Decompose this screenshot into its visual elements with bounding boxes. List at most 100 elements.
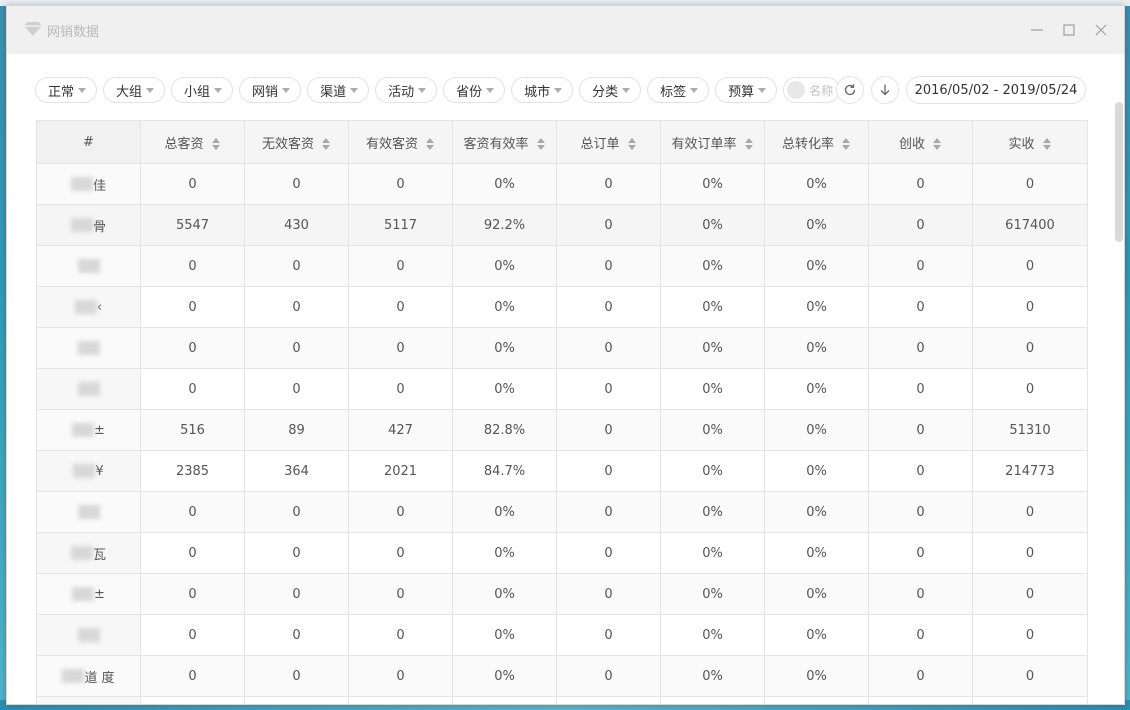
filter-dropdown[interactable]: 城市 bbox=[511, 77, 574, 103]
table-cell: 0 bbox=[868, 204, 973, 246]
column-header[interactable]: 总转化率 bbox=[764, 120, 869, 164]
caret-down-icon bbox=[350, 87, 359, 93]
table-row[interactable]: ±0 0 0 0% 0 0% 0% 0 0 bbox=[36, 573, 1088, 615]
row-name-cell: ± bbox=[36, 409, 141, 451]
row-name-cell bbox=[36, 327, 141, 369]
data-table: # 总客资 无效客资 有效客资 客资有效率 总订单 有效订单率 总转化率 创收 实收 佳 0 0 0 0%… bbox=[36, 120, 1088, 704]
caret-down-icon bbox=[78, 87, 87, 93]
filter-dropdown[interactable]: 渠道 bbox=[307, 77, 370, 103]
table-cell: 0 bbox=[868, 286, 973, 328]
caret-down-icon bbox=[214, 87, 223, 93]
table-row[interactable]: 道 度 0 0 0 0% 0 0% 0% 0 0 bbox=[36, 655, 1088, 697]
filter-dropdown[interactable]: 省份 bbox=[443, 77, 506, 103]
table-cell: 0% bbox=[764, 286, 869, 328]
table-cell: 0 bbox=[868, 614, 973, 656]
filter-dropdown[interactable]: 预算 bbox=[715, 77, 778, 103]
row-name-cell: ± bbox=[36, 573, 141, 615]
table-cell: 0 bbox=[972, 532, 1088, 574]
table-cell: 0 bbox=[244, 368, 349, 410]
column-header[interactable]: 有效客资 bbox=[348, 120, 453, 164]
sort-icon[interactable] bbox=[1042, 138, 1052, 150]
table-cell: 51310 bbox=[972, 409, 1088, 451]
column-header[interactable]: 无效客资 bbox=[244, 120, 349, 164]
table-cell: 0 bbox=[556, 286, 661, 328]
table-cell: 0 bbox=[244, 532, 349, 574]
table-cell: 0 bbox=[556, 327, 661, 369]
arrow-down-icon bbox=[880, 84, 890, 96]
name-toggle[interactable]: 名称 bbox=[783, 77, 841, 103]
table-cell: 0 bbox=[868, 409, 973, 451]
table-cell: 0 bbox=[868, 573, 973, 615]
column-header[interactable]: 客资有效率 bbox=[452, 120, 557, 164]
maximize-icon[interactable] bbox=[1059, 20, 1079, 40]
filter-dropdown[interactable]: 活动 bbox=[375, 77, 438, 103]
table-row[interactable]: ‹ 0 0 0 0% 0 0% 0% 0 0 bbox=[36, 286, 1088, 328]
refresh-button[interactable] bbox=[836, 76, 864, 104]
table-row[interactable]: 0000%00%0%00 bbox=[36, 368, 1088, 410]
table-cell: 0 bbox=[348, 696, 453, 704]
table-cell: 0 bbox=[972, 573, 1088, 615]
filter-dropdown[interactable]: 大组 bbox=[103, 77, 166, 103]
table-row[interactable]: 骨 5547 430 5117 92.2% 0 0% 0% 0 617400 bbox=[36, 204, 1088, 246]
table-cell: 0 bbox=[972, 368, 1088, 410]
table-cell: 0 bbox=[348, 245, 453, 287]
table-row[interactable]: 0000%00%0%00 bbox=[36, 327, 1088, 369]
table-cell: 0% bbox=[660, 696, 765, 704]
table-row[interactable]: 瓦 0 0 0 0% 0 0% 0% 0 0 bbox=[36, 532, 1088, 574]
sort-icon[interactable] bbox=[933, 138, 942, 150]
filter-dropdown[interactable]: 网销 bbox=[239, 77, 302, 103]
table-row[interactable]: 0000%00%0%00 bbox=[36, 245, 1088, 287]
vertical-scrollbar[interactable] bbox=[1115, 102, 1123, 242]
column-header[interactable]: 实收 bbox=[972, 120, 1088, 164]
filter-label: 小组 bbox=[184, 84, 211, 100]
sort-icon[interactable] bbox=[322, 138, 331, 150]
table-cell: 0 bbox=[244, 286, 349, 328]
table-cell: 0 bbox=[868, 163, 973, 205]
toggle-label: 名称 bbox=[809, 83, 834, 98]
column-header-label: 有效客资 bbox=[365, 136, 418, 152]
sort-icon[interactable] bbox=[627, 138, 637, 150]
table-row[interactable]: ±516 89 427 82.8% 0 0% 0% 0 51310 bbox=[36, 409, 1088, 451]
filter-dropdown[interactable]: 分类 bbox=[579, 77, 642, 103]
table-cell: 0 bbox=[868, 655, 973, 697]
table-cell: 214773 bbox=[972, 450, 1088, 492]
table-cell: 0% bbox=[660, 491, 765, 533]
column-header[interactable]: 总客资 bbox=[140, 120, 245, 164]
filter-label: 标签 bbox=[660, 84, 687, 100]
sort-icon[interactable] bbox=[211, 138, 221, 150]
filter-dropdown[interactable]: 正常 bbox=[35, 77, 98, 103]
column-header-label: 总转化率 bbox=[781, 136, 834, 152]
column-header[interactable]: 有效订单率 bbox=[660, 120, 765, 164]
minimize-icon[interactable] bbox=[1027, 20, 1047, 40]
table-row[interactable]: 佳 0 0 0 0% 0 0% 0% 0 0 bbox=[36, 163, 1088, 205]
sort-icon[interactable] bbox=[842, 138, 851, 150]
table-row[interactable]: ¥2385 364 2021 84.7% 0 0% 0% 0 214773 bbox=[36, 450, 1088, 492]
table-cell: 0 bbox=[244, 245, 349, 287]
table-cell: 0 bbox=[556, 368, 661, 410]
row-name: ¥ bbox=[95, 463, 104, 479]
redacted-name bbox=[62, 669, 85, 683]
table-cell: 0 bbox=[244, 696, 349, 704]
table-cell: 0 bbox=[556, 204, 661, 246]
sort-icon[interactable] bbox=[744, 138, 754, 150]
download-button[interactable] bbox=[871, 76, 899, 104]
table-header-row: # 总客资 无效客资 有效客资 客资有效率 总订单 有效订单率 总转化率 创收 实收 bbox=[36, 120, 1088, 164]
table-row[interactable]: 0000%00%0%00 bbox=[36, 696, 1088, 704]
table-cell: 0 bbox=[140, 368, 245, 410]
column-header[interactable]: 创收 bbox=[868, 120, 973, 164]
sort-icon[interactable] bbox=[536, 138, 546, 150]
sort-icon[interactable] bbox=[426, 138, 435, 150]
table-cell: 0% bbox=[660, 450, 765, 492]
row-name: 佳 bbox=[92, 178, 106, 194]
table-row[interactable]: 0000%00%0%00 bbox=[36, 491, 1088, 533]
column-header[interactable]: 总订单 bbox=[556, 120, 661, 164]
table-cell: 0% bbox=[452, 368, 557, 410]
redacted-name bbox=[70, 218, 93, 232]
table-cell: 0% bbox=[660, 163, 765, 205]
date-range-picker[interactable]: 2016/05/02 - 2019/05/24 bbox=[906, 76, 1086, 104]
filter-dropdown[interactable]: 标签 bbox=[647, 77, 710, 103]
table-cell: 0 bbox=[972, 655, 1088, 697]
close-icon[interactable] bbox=[1091, 20, 1111, 40]
table-row[interactable]: 0000%00%0%00 bbox=[36, 614, 1088, 656]
filter-dropdown[interactable]: 小组 bbox=[171, 77, 234, 103]
